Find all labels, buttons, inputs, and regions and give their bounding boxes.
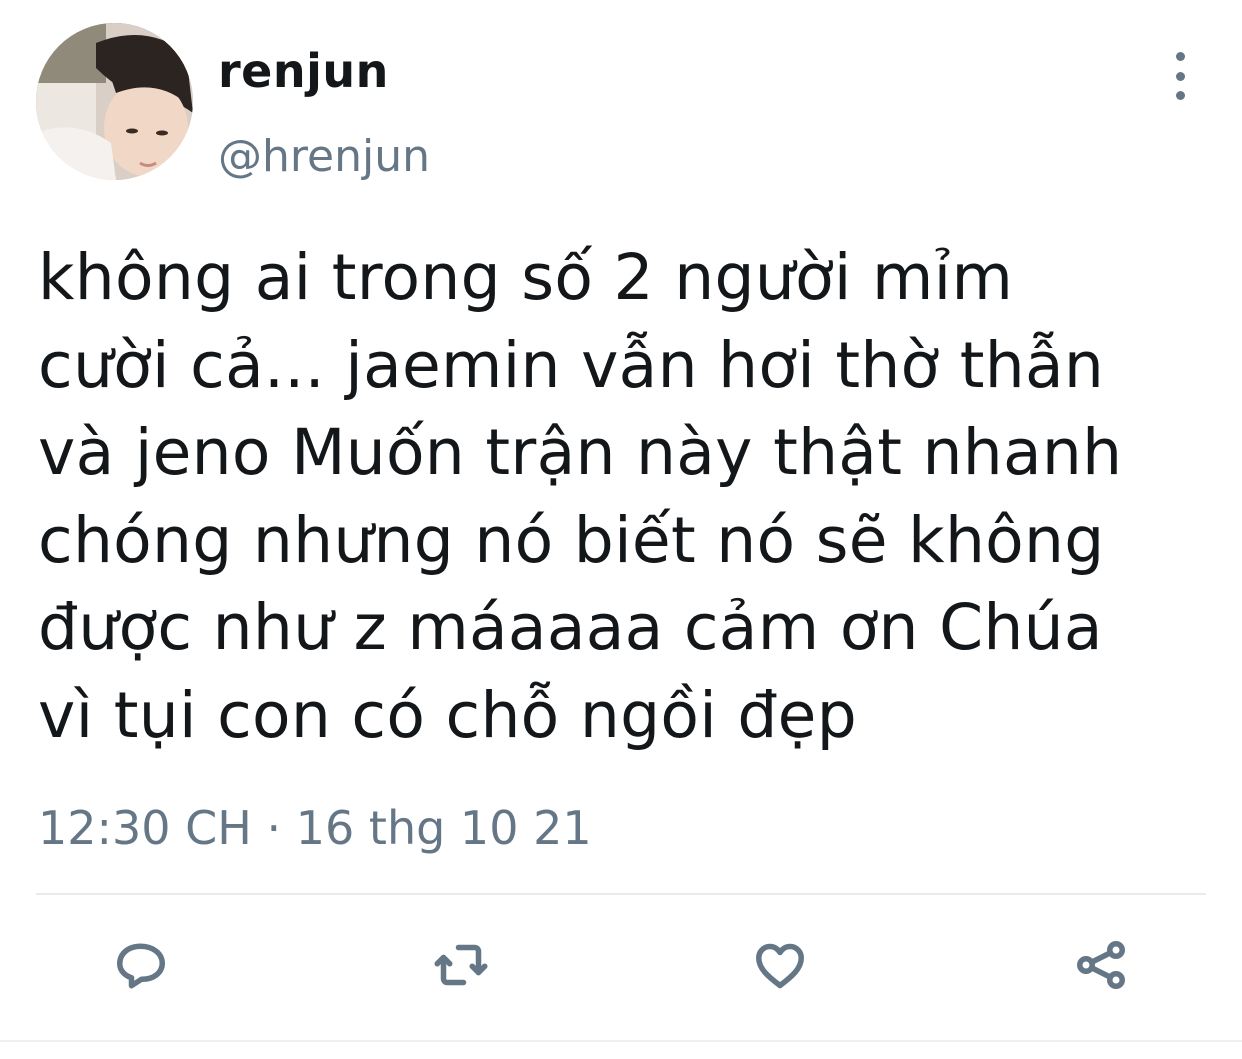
like-button[interactable] xyxy=(745,930,815,1000)
more-vertical-icon[interactable] xyxy=(1160,52,1200,100)
action-bar xyxy=(0,930,1242,1000)
tweet-text: không ai trong số 2 người mỉm cười cả...… xyxy=(38,241,1123,752)
share-button[interactable] xyxy=(1066,930,1136,1000)
display-name[interactable]: renjun xyxy=(218,40,389,102)
divider xyxy=(36,893,1206,895)
avatar[interactable] xyxy=(36,23,193,180)
bottom-divider xyxy=(0,1040,1242,1042)
reply-icon xyxy=(117,943,165,989)
tweet-card: renjun @hrenjun không ai trong số 2 ngườ… xyxy=(0,0,1242,1059)
retweet-icon xyxy=(434,944,488,986)
share-icon xyxy=(1077,941,1125,989)
retweet-button[interactable] xyxy=(426,930,496,1000)
tweet-timestamp[interactable]: 12:30 CH · 16 thg 10 21 xyxy=(38,795,592,861)
reply-button[interactable] xyxy=(106,930,176,1000)
avatar-image xyxy=(36,23,193,180)
user-handle[interactable]: @hrenjun xyxy=(218,127,430,187)
heart-icon xyxy=(756,943,804,989)
